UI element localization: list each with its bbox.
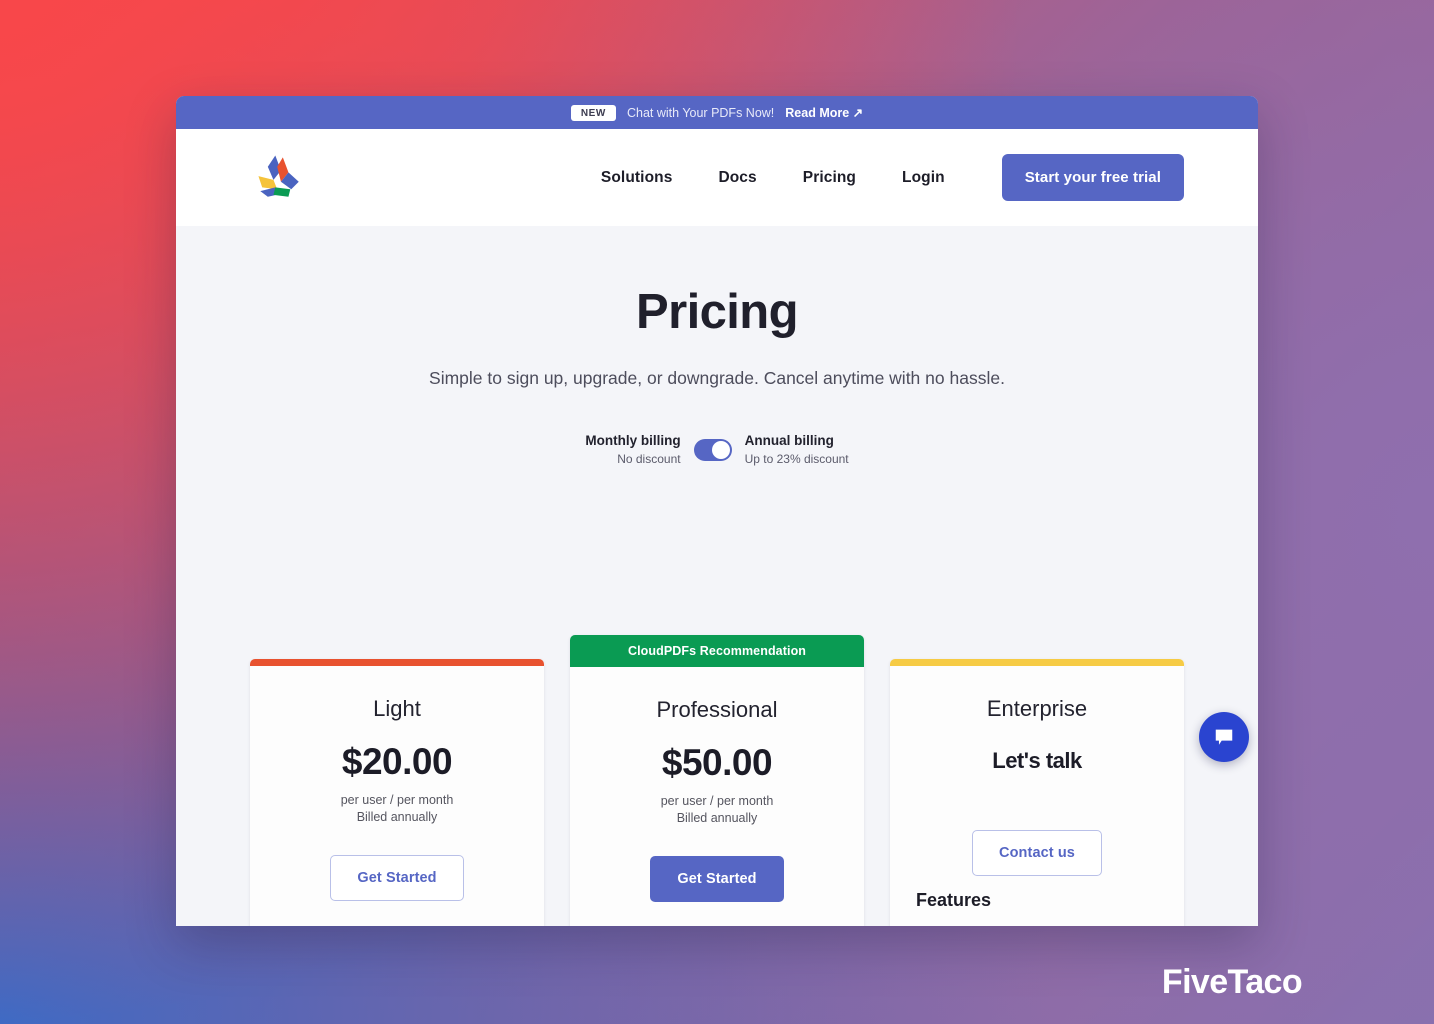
browser-window: NEW Chat with Your PDFs Now! Read More ↗…: [176, 96, 1258, 926]
new-badge: NEW: [570, 104, 616, 121]
card-accent-stripe: [890, 659, 1184, 666]
announcement-text: Chat with Your PDFs Now!: [626, 105, 775, 120]
fivetaco-watermark: FiveTaco: [1161, 963, 1303, 1001]
plan-price-enterprise: Let's talk: [992, 748, 1082, 773]
read-more-link[interactable]: Read More ↗: [785, 105, 863, 120]
plan-billed-professional: Billed annually: [676, 811, 758, 826]
nav-item-solutions[interactable]: Solutions: [578, 169, 696, 187]
logo-svg: [258, 155, 299, 197]
cloudpdfs-logo-icon[interactable]: [250, 148, 310, 208]
monthly-billing-note: No discount: [617, 451, 681, 466]
card-accent-stripe: [250, 659, 544, 666]
chat-bubble-icon: [1215, 729, 1233, 745]
pricing-card-professional: CloudPDFs Recommendation Professional $5…: [570, 635, 864, 926]
plan-price-light: $20.00: [341, 741, 453, 782]
monthly-billing-label: Monthly billing: [585, 433, 681, 448]
start-free-trial-button[interactable]: Start your free trial: [1001, 154, 1184, 201]
pricing-card-enterprise: Enterprise Let's talk Contact us Feature…: [890, 659, 1184, 926]
billing-period-switch[interactable]: [693, 438, 732, 461]
plan-per-light: per user / per month: [340, 793, 454, 807]
get-started-button-professional[interactable]: Get Started: [650, 855, 784, 902]
nav-item-login[interactable]: Login: [879, 169, 968, 187]
features-list: ✔ Guided onboarding ✔ Completely custimi…: [916, 925, 1158, 926]
page-title: Pricing: [636, 285, 799, 339]
annual-billing-option[interactable]: Annual billing Up to 23% discount: [745, 433, 849, 467]
plan-name-light: Light: [373, 696, 421, 721]
announcement-bar[interactable]: NEW Chat with Your PDFs Now! Read More ↗: [176, 96, 1258, 129]
nav-item-pricing[interactable]: Pricing: [780, 169, 879, 187]
plan-per-professional: per user / per month: [660, 794, 774, 808]
plan-billed-light: Billed annually: [356, 810, 438, 825]
recommendation-ribbon: CloudPDFs Recommendation: [570, 635, 864, 667]
pricing-page: Pricing Simple to sign up, upgrade, or d…: [176, 226, 1258, 926]
get-started-button-light[interactable]: Get Started: [330, 854, 464, 901]
site-header: Solutions Docs Pricing Login Start your …: [176, 129, 1258, 226]
annual-billing-label: Annual billing: [744, 433, 834, 448]
check-icon: ✔: [916, 925, 928, 926]
features-heading: Features: [916, 890, 992, 910]
plan-name-enterprise: Enterprise: [986, 696, 1088, 721]
contact-us-button[interactable]: Contact us: [972, 830, 1102, 876]
main-navigation: Solutions Docs Pricing Login Start your …: [578, 154, 1184, 201]
plan-name-professional: Professional: [656, 697, 778, 722]
billing-toggle: Monthly billing No discount Annual billi…: [176, 433, 1258, 467]
feature-label: Guided onboarding: [940, 925, 1063, 926]
annual-billing-note: Up to 23% discount: [744, 451, 849, 466]
monthly-billing-option[interactable]: Monthly billing No discount: [585, 433, 680, 467]
feature-item: ✔ Guided onboarding: [916, 925, 1158, 926]
nav-item-docs[interactable]: Docs: [695, 169, 779, 187]
plan-price-professional: $50.00: [661, 742, 773, 783]
chat-widget-button[interactable]: [1199, 712, 1249, 762]
pricing-card-light: Light $20.00 per user / per month Billed…: [250, 659, 544, 926]
switch-knob: [711, 440, 730, 459]
pricing-cards: Light $20.00 per user / per month Billed…: [176, 635, 1258, 926]
page-subtitle: Simple to sign up, upgrade, or downgrade…: [429, 368, 1005, 388]
